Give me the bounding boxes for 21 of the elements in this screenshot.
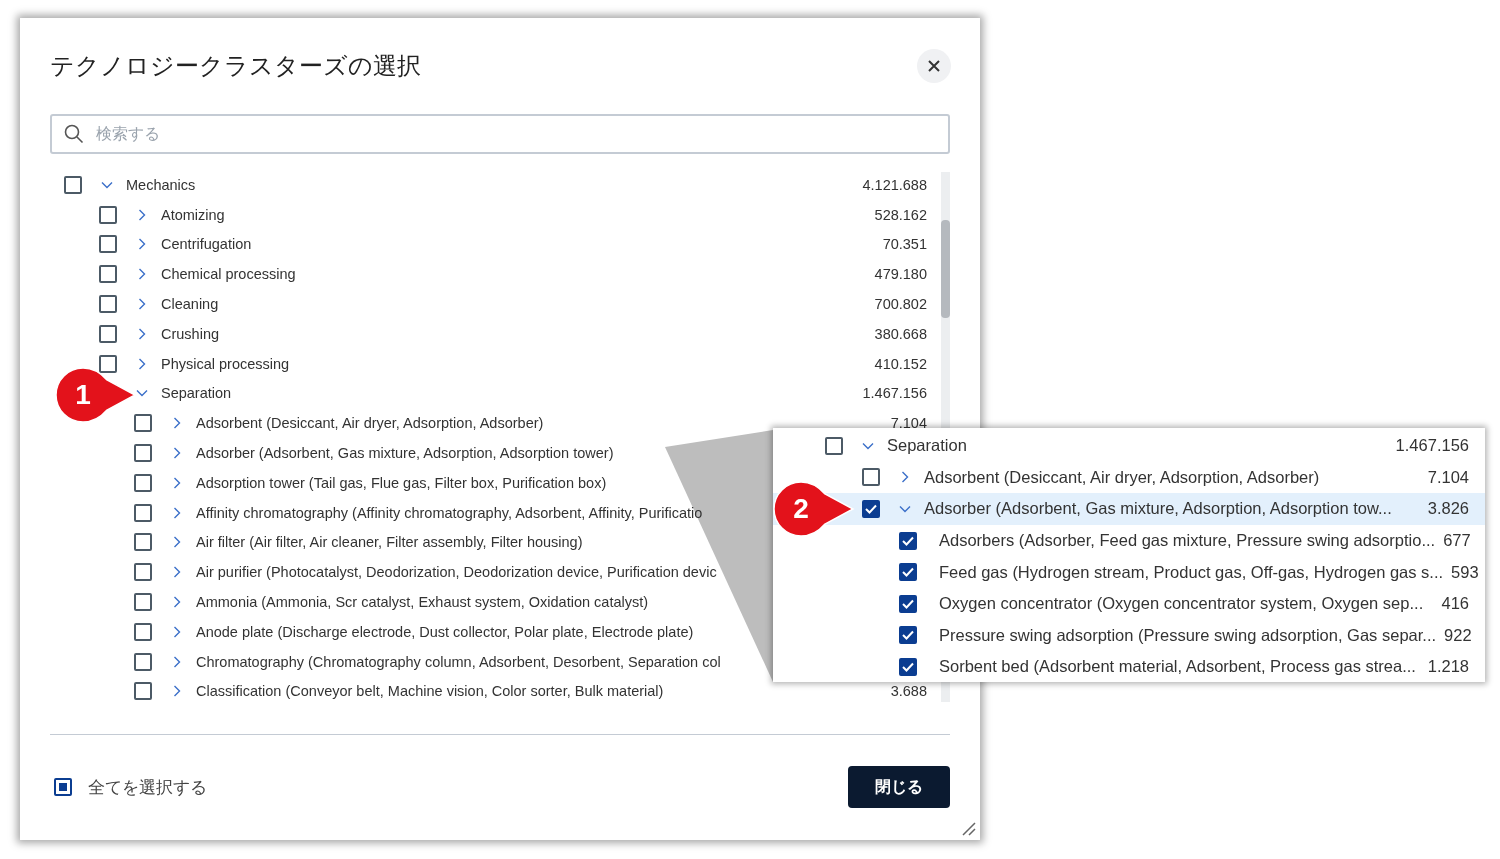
count: 677: [1442, 531, 1471, 551]
count: 1.218: [1426, 657, 1469, 677]
count: 700.802: [873, 296, 927, 313]
callout-badge: 2: [773, 481, 855, 537]
count: 410.152: [873, 355, 927, 372]
count: 922: [1443, 625, 1472, 645]
dialog-title: テクノロジークラスターズの選択: [50, 51, 421, 81]
count: 7.104: [1426, 467, 1469, 487]
count: 3.688: [889, 683, 927, 700]
count: 70.351: [881, 236, 927, 253]
count: 4.121.688: [861, 176, 927, 193]
count: 7.104: [889, 415, 927, 432]
count: 479.180: [873, 266, 927, 283]
count: 380.668: [873, 325, 927, 342]
callout-badge: 1: [55, 367, 137, 423]
count: 3.826: [1426, 499, 1469, 519]
count: 1.467.156: [1394, 436, 1469, 456]
count: 1.467.156: [861, 385, 927, 402]
count: 416: [1440, 594, 1469, 614]
count: 528.162: [873, 206, 927, 223]
count: 593: [1450, 562, 1479, 582]
